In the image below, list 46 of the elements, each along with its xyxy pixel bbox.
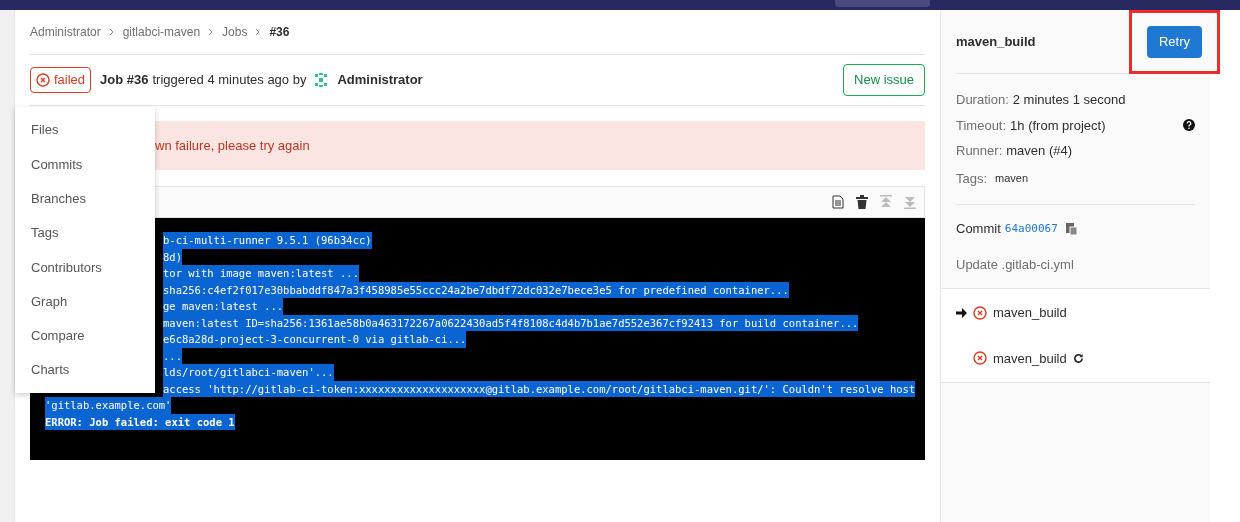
retry-button[interactable]: Retry [1146,25,1202,58]
user-link[interactable]: Administrator [337,70,423,90]
failed-status-icon [973,305,987,320]
alert-text: wn failure, please try again [155,136,310,155]
job-title: Job #36 [100,71,149,90]
detail-value: 2 minutes 1 second [1012,91,1126,109]
job-link[interactable]: maven_build [993,303,1067,323]
breadcrumb-link[interactable]: Administrator [30,23,101,41]
detail-label: Runner: [956,142,1003,160]
menu-item[interactable]: Tags [15,215,155,251]
detail-label: Timeout: [956,116,1007,135]
trigger-text: triggered 4 minutes ago by [152,71,307,90]
tag: maven [995,170,1029,187]
failed-status-icon [36,73,50,87]
job-name-title: maven_build [956,32,1036,51]
chevron-icon [108,28,115,36]
menu-item[interactable]: Commits [15,147,155,182]
failed-status-icon [973,351,987,366]
commit-label: Commit [956,220,1001,238]
trash-icon[interactable] [856,195,868,209]
breadcrumb-link[interactable]: Jobs [222,23,248,41]
menu-item[interactable]: Graph [15,284,155,319]
menu-item[interactable]: Charts [15,353,155,388]
arrow-icon [956,307,967,318]
detail-value: maven (#4) [1006,142,1072,160]
job-link[interactable]: maven_build [993,348,1067,368]
breadcrumb-link[interactable]: gitlabci-maven [122,23,201,41]
new-issue-button[interactable]: New issue [843,64,925,96]
menu-item[interactable]: Branches [15,181,155,216]
retry-icon [1072,352,1084,364]
menu-item[interactable]: Contributors [15,250,155,285]
detail-label: Duration: [956,91,1009,109]
avatar-icon [313,72,330,88]
commit-link[interactable]: 64a00067 [1004,220,1058,237]
detail-value: 1h (from project) [1010,116,1106,135]
menu-item[interactable]: Compare [15,318,155,354]
copy-icon[interactable] [1065,222,1078,236]
status-badge: failed [30,67,92,93]
commit-message: Update .gitlab-ci.yml [956,255,1075,274]
tags-label: Tags: [956,169,988,188]
help-icon[interactable] [1183,119,1195,132]
breadcrumb-link[interactable]: #36 [269,23,290,41]
chevron-icon [208,28,215,36]
chevron-icon [255,28,262,36]
menu-item[interactable]: Files [15,113,155,148]
raw-file-icon[interactable] [832,195,844,209]
